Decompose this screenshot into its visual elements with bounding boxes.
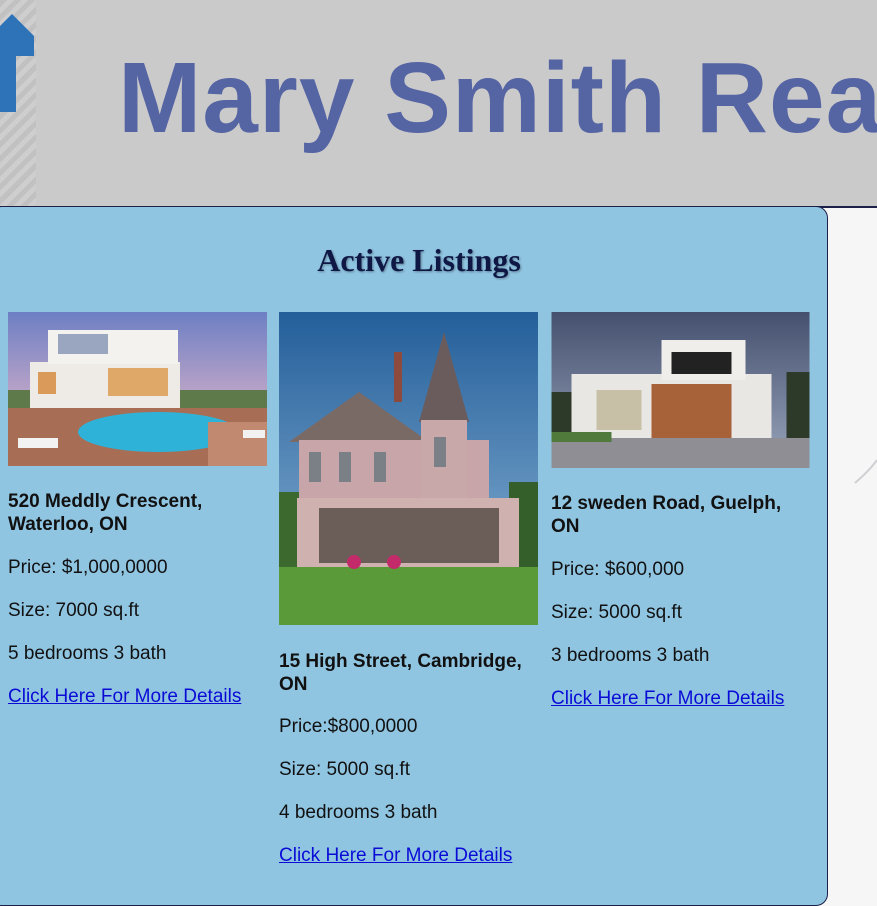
listing-size: Size: 5000 sq.ft bbox=[279, 759, 410, 780]
listing-rooms: 3 bedrooms 3 bath bbox=[551, 645, 710, 666]
right-margin bbox=[830, 208, 877, 886]
listing-rooms: 4 bedrooms 3 bath bbox=[279, 802, 438, 823]
listing-card bbox=[279, 312, 539, 625]
listing-price: Price: $1,000,0000 bbox=[8, 557, 168, 578]
listing-photo[interactable] bbox=[8, 312, 267, 466]
listing-size: Size: 7000 sq.ft bbox=[8, 600, 139, 621]
listing-price: Price:$800,0000 bbox=[279, 716, 418, 737]
listing-photo[interactable] bbox=[551, 312, 810, 468]
listing-card bbox=[551, 312, 811, 468]
more-details-link[interactable]: Click Here For More Details bbox=[551, 687, 784, 710]
page-title: Active Listings bbox=[317, 242, 521, 278]
listing-address: 15 High Street, Cambridge, ON bbox=[279, 651, 522, 695]
house-arrow-icon bbox=[0, 14, 34, 112]
site-header: Mary Smith Real bbox=[0, 0, 877, 208]
listing-rooms: 5 bedrooms 3 bath bbox=[8, 643, 167, 664]
listing-photo[interactable] bbox=[279, 312, 538, 625]
decorative-curve bbox=[854, 459, 877, 484]
more-details-link[interactable]: Click Here For More Details bbox=[8, 685, 241, 708]
listing-address: 12 sweden Road, Guelph, ON bbox=[551, 493, 782, 537]
listing-price: Price: $600,000 bbox=[551, 559, 685, 580]
listing-card bbox=[8, 312, 268, 466]
site-title: Mary Smith Real bbox=[118, 42, 877, 154]
listing-address: 520 Meddly Crescent, Waterloo, ON bbox=[8, 491, 203, 535]
listing-size: Size: 5000 sq.ft bbox=[551, 602, 682, 623]
more-details-link[interactable]: Click Here For More Details bbox=[279, 844, 512, 867]
